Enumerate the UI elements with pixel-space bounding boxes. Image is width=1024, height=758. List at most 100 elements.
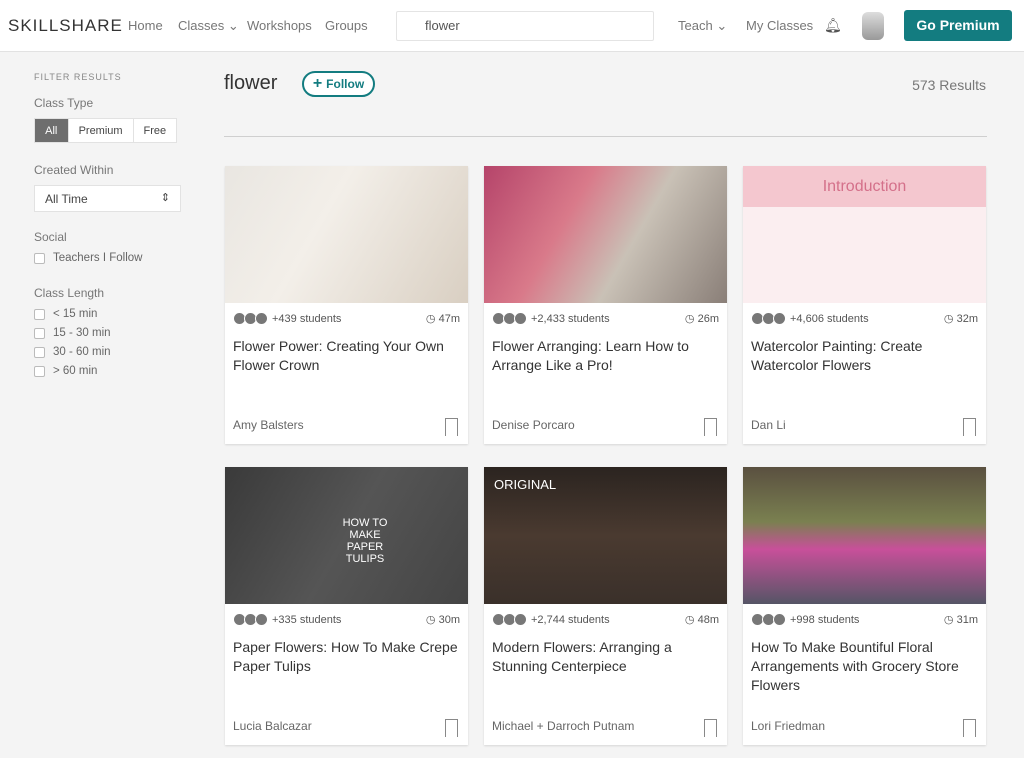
type-all[interactable]: All	[35, 119, 69, 142]
bookmark-icon[interactable]	[704, 418, 717, 436]
duration-value: 31m	[956, 614, 978, 626]
class-title[interactable]: Modern Flowers: Arranging a Stunning Cen…	[484, 626, 727, 676]
filter-heading: FILTER RESULTS	[34, 72, 122, 82]
nav-teach[interactable]: Teach ⌄	[678, 18, 727, 34]
nav-classes[interactable]: Classes ⌄	[178, 18, 239, 34]
created-within-select[interactable]: All Time ⇕	[34, 185, 181, 212]
bookmark-icon[interactable]	[445, 719, 458, 737]
checkbox-label: > 60 min	[53, 365, 98, 377]
duration: ◷ 31m	[944, 613, 978, 626]
type-free[interactable]: Free	[134, 119, 176, 142]
student-avatars: +2,433 students	[492, 312, 610, 325]
clock-icon: ◷	[684, 313, 695, 325]
length-checkbox[interactable]: 15 - 30 min	[34, 327, 184, 339]
search-query-title: flower	[224, 72, 278, 94]
student-avatars: +998 students	[751, 613, 859, 626]
checkbox-icon	[34, 365, 45, 377]
duration: ◷ 47m	[426, 312, 460, 325]
length-checkbox[interactable]: > 60 min	[34, 365, 184, 377]
nav-my-classes[interactable]: My Classes	[746, 18, 813, 33]
search-input[interactable]: flower	[396, 11, 654, 41]
class-thumbnail[interactable]: HOW TO MAKE PAPER TULIPS	[225, 467, 468, 604]
nav-classes-label: Classes	[178, 18, 225, 33]
class-card[interactable]: ORIGINAL +2,744 students ◷ 48m Modern Fl…	[484, 467, 727, 745]
chevron-down-icon: ⌄	[716, 18, 728, 33]
nav-groups[interactable]: Groups	[325, 18, 368, 33]
class-title[interactable]: Paper Flowers: How To Make Crepe Paper T…	[225, 626, 468, 676]
avatar[interactable]	[862, 12, 884, 40]
clock-icon: ◷	[943, 614, 954, 626]
plus-icon: +	[312, 75, 323, 92]
clock-icon: ◷	[425, 614, 436, 626]
student-avatars: +2,744 students	[492, 613, 610, 626]
class-title[interactable]: Flower Arranging: Learn How to Arrange L…	[484, 325, 727, 375]
length-checkbox[interactable]: < 15 min	[34, 308, 184, 320]
filter-sidebar: FILTER RESULTS Class Type All Premium Fr…	[34, 72, 184, 384]
bell-icon[interactable]: 🔔︎	[824, 17, 842, 34]
clock-icon: ◷	[425, 313, 436, 325]
student-avatars: +439 students	[233, 312, 341, 325]
class-title[interactable]: Flower Power: Creating Your Own Flower C…	[225, 325, 468, 375]
results-count: 573 Results	[912, 77, 986, 93]
teacher-name[interactable]: Denise Porcaro	[492, 418, 575, 432]
teacher-name[interactable]: Amy Balsters	[233, 418, 304, 432]
student-count: +998 students	[790, 613, 860, 626]
nav-workshops[interactable]: Workshops	[247, 18, 312, 33]
student-count: +4,606 students	[790, 312, 869, 325]
class-title[interactable]: Watercolor Painting: Create Watercolor F…	[743, 325, 986, 375]
chevron-down-icon: ⌄	[227, 18, 239, 33]
divider	[224, 136, 987, 137]
class-thumbnail[interactable]: ORIGINAL	[484, 467, 727, 604]
duration-value: 47m	[438, 313, 460, 325]
class-thumbnail[interactable]	[743, 467, 986, 604]
class-type-toggle: All Premium Free	[34, 118, 177, 143]
thumbnail-label: Introduction	[822, 178, 907, 195]
follow-label: Follow	[326, 77, 365, 91]
student-avatars: +335 students	[233, 613, 341, 626]
class-thumbnail[interactable]	[225, 166, 468, 303]
thumbnail-label: HOW TO MAKE PAPER TULIPS	[342, 517, 388, 565]
class-card[interactable]: +998 students ◷ 31m How To Make Bountifu…	[743, 467, 986, 745]
created-within-label: Created Within	[34, 163, 114, 177]
top-nav: SKILLSHARE Home Classes ⌄ Workshops Grou…	[0, 0, 1024, 52]
logo[interactable]: SKILLSHARE	[8, 16, 123, 36]
class-thumbnail[interactable]	[484, 166, 727, 303]
go-premium-button[interactable]: Go Premium	[904, 10, 1012, 41]
class-card[interactable]: +2,433 students ◷ 26m Flower Arranging: …	[484, 166, 727, 444]
duration-value: 48m	[697, 614, 719, 626]
class-card[interactable]: Introduction +4,606 students ◷ 32m Water…	[743, 166, 986, 444]
follow-button[interactable]: + Follow	[302, 71, 375, 97]
bookmark-icon[interactable]	[704, 719, 717, 737]
student-avatars: +4,606 students	[751, 312, 869, 325]
bookmark-icon[interactable]	[963, 719, 976, 737]
duration-value: 32m	[956, 313, 978, 325]
student-count: +2,744 students	[531, 613, 610, 626]
checkbox-icon	[34, 327, 45, 339]
duration: ◷ 26m	[685, 312, 719, 325]
updown-icon: ⇕	[160, 192, 170, 204]
duration: ◷ 32m	[944, 312, 978, 325]
created-value: All Time	[45, 192, 88, 206]
length-checkbox[interactable]: 30 - 60 min	[34, 346, 184, 358]
class-title[interactable]: How To Make Bountiful Floral Arrangement…	[743, 626, 986, 695]
class-thumbnail[interactable]: Introduction	[743, 166, 986, 303]
teacher-name[interactable]: Michael + Darroch Putnam	[492, 719, 634, 733]
nav-home[interactable]: Home	[128, 18, 163, 33]
student-count: +439 students	[272, 312, 342, 325]
teachers-follow-checkbox[interactable]: Teachers I Follow	[34, 252, 184, 264]
teacher-name[interactable]: Dan Li	[751, 418, 786, 432]
student-count: +2,433 students	[531, 312, 610, 325]
class-length-label: Class Length	[34, 286, 105, 300]
social-label: Social	[34, 230, 67, 244]
teacher-name[interactable]: Lucia Balcazar	[233, 719, 312, 733]
bookmark-icon[interactable]	[445, 418, 458, 436]
class-card[interactable]: HOW TO MAKE PAPER TULIPS +335 students ◷…	[225, 467, 468, 745]
checkbox-label: 30 - 60 min	[53, 346, 111, 358]
teacher-name[interactable]: Lori Friedman	[751, 719, 825, 733]
class-type-label: Class Type	[34, 96, 94, 110]
bookmark-icon[interactable]	[963, 418, 976, 436]
checkbox-icon	[34, 346, 45, 358]
class-card[interactable]: +439 students ◷ 47m Flower Power: Creati…	[225, 166, 468, 444]
type-premium[interactable]: Premium	[69, 119, 134, 142]
checkbox-icon	[34, 308, 45, 320]
